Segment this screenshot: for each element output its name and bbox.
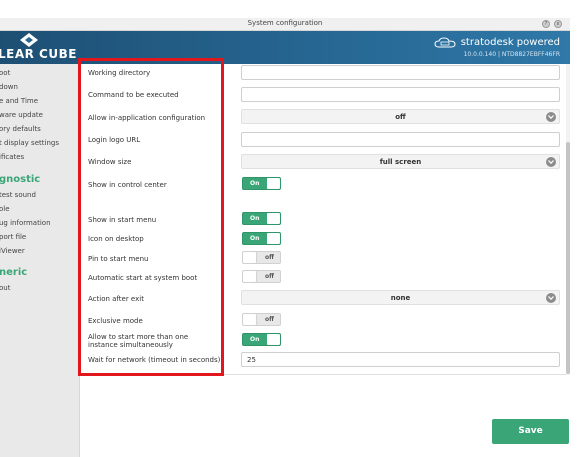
sidebar-item-viewer[interactable]: iViewer <box>0 247 25 255</box>
toggle-state-text: off <box>265 273 274 280</box>
window-size-select[interactable]: full screen <box>241 154 560 169</box>
toggle-knob <box>267 233 280 244</box>
label-action-after-exit: Action after exit <box>88 295 144 303</box>
toggle-state-text: off <box>265 316 274 323</box>
sidebar: oot down e and Time ware update ory defa… <box>0 64 80 457</box>
stratodesk-text: stratodesk powered <box>460 37 560 48</box>
label-icon-desktop: Icon on desktop <box>88 235 144 243</box>
sidebar-item-shutdown[interactable]: down <box>0 83 18 91</box>
allow-inapp-config-value: off <box>395 113 406 121</box>
working-directory-input[interactable] <box>241 65 560 80</box>
wait-network-input[interactable]: 25 <box>241 352 560 367</box>
allow-multi-instance-toggle[interactable]: On <box>242 333 281 346</box>
toggle-state-text: On <box>250 180 260 187</box>
chevron-down-icon[interactable] <box>546 157 556 167</box>
close-window-button[interactable]: x <box>554 20 562 28</box>
chevron-down-icon[interactable] <box>546 112 556 122</box>
label-show-start-menu: Show in start menu <box>88 216 157 224</box>
sidebar-item-console[interactable]: ole <box>0 205 10 213</box>
action-after-exit-select[interactable]: none <box>241 290 560 305</box>
version-text: 10.0.0.140 | NTD8827EBFF46FR <box>463 51 560 58</box>
exclusive-mode-toggle[interactable]: off <box>242 313 281 326</box>
label-pin-start-menu: Pin to start menu <box>88 255 149 263</box>
sidebar-item-display-settings[interactable]: t display settings <box>0 139 59 147</box>
sidebar-item-debug-information[interactable]: ug information <box>0 219 51 227</box>
label-working-directory: Working directory <box>88 69 151 77</box>
scrollbar-thumb[interactable] <box>566 142 570 374</box>
toggle-state-text: off <box>265 254 274 261</box>
label-show-control-center: Show in control center <box>88 181 167 189</box>
toggle-state-text: On <box>250 215 260 222</box>
sidebar-item-firmware-update[interactable]: ware update <box>0 111 43 119</box>
window-controls: ? x <box>542 20 562 28</box>
window-title: System configuration <box>247 19 323 27</box>
pin-start-menu-toggle[interactable]: off <box>242 251 281 264</box>
toggle-knob <box>267 334 280 345</box>
toggle-knob <box>267 213 280 224</box>
label-exclusive-mode: Exclusive mode <box>88 317 143 325</box>
sidebar-item-factory-defaults[interactable]: ory defaults <box>0 125 41 133</box>
autostart-toggle[interactable]: off <box>242 270 281 283</box>
label-command: Command to be executed <box>88 91 179 99</box>
clearcube-logo-icon <box>20 33 38 47</box>
sidebar-heading-generic: neric <box>0 267 28 278</box>
label-allow-multi-instance: Allow to start more than one instance si… <box>88 333 189 349</box>
toggle-knob <box>243 271 256 282</box>
allow-inapp-config-select[interactable]: off <box>241 109 560 124</box>
sidebar-item-certificates[interactable]: ificates <box>0 153 24 161</box>
show-start-menu-toggle[interactable]: On <box>242 212 281 225</box>
action-after-exit-value: none <box>390 294 411 302</box>
command-input[interactable] <box>241 87 560 102</box>
toggle-state-text: On <box>250 336 260 343</box>
sidebar-item-date-time[interactable]: e and Time <box>0 97 38 105</box>
sidebar-item-about[interactable]: out <box>0 284 10 292</box>
stratodesk-brand: stratodesk powered <box>434 37 560 48</box>
toggle-knob <box>267 178 280 189</box>
window-size-value: full screen <box>379 158 422 166</box>
brand-logo-text: LEAR CUBE <box>0 47 77 61</box>
sidebar-item-test-sound[interactable]: test sound <box>0 191 36 199</box>
show-control-center-toggle[interactable]: On <box>242 177 281 190</box>
toggle-knob <box>243 314 256 325</box>
toggle-state-text: On <box>250 235 260 242</box>
header-banner: LEAR CUBE stratodesk powered 10.0.0.140 … <box>0 31 570 64</box>
title-bar: System configuration ? x <box>0 18 570 31</box>
sidebar-item-export-file[interactable]: port file <box>0 233 26 241</box>
label-window-size: Window size <box>88 158 132 166</box>
login-logo-url-input[interactable] <box>241 132 560 147</box>
label-allow-inapp-config: Allow in-application configuration <box>88 114 206 122</box>
sidebar-item-reboot[interactable]: oot <box>0 69 10 77</box>
help-window-button[interactable]: ? <box>542 20 550 28</box>
label-autostart: Automatic start at system boot <box>88 274 198 282</box>
save-button[interactable]: Save <box>492 419 569 444</box>
toggle-knob <box>243 252 256 263</box>
stratodesk-cloud-icon <box>434 37 456 48</box>
chevron-down-icon[interactable] <box>546 293 556 303</box>
sidebar-heading-diagnostic: gnostic <box>0 174 41 185</box>
icon-desktop-toggle[interactable]: On <box>242 232 281 245</box>
label-login-logo-url: Login logo URL <box>88 136 141 144</box>
label-wait-network: Wait for network (timeout in seconds) <box>88 356 221 364</box>
